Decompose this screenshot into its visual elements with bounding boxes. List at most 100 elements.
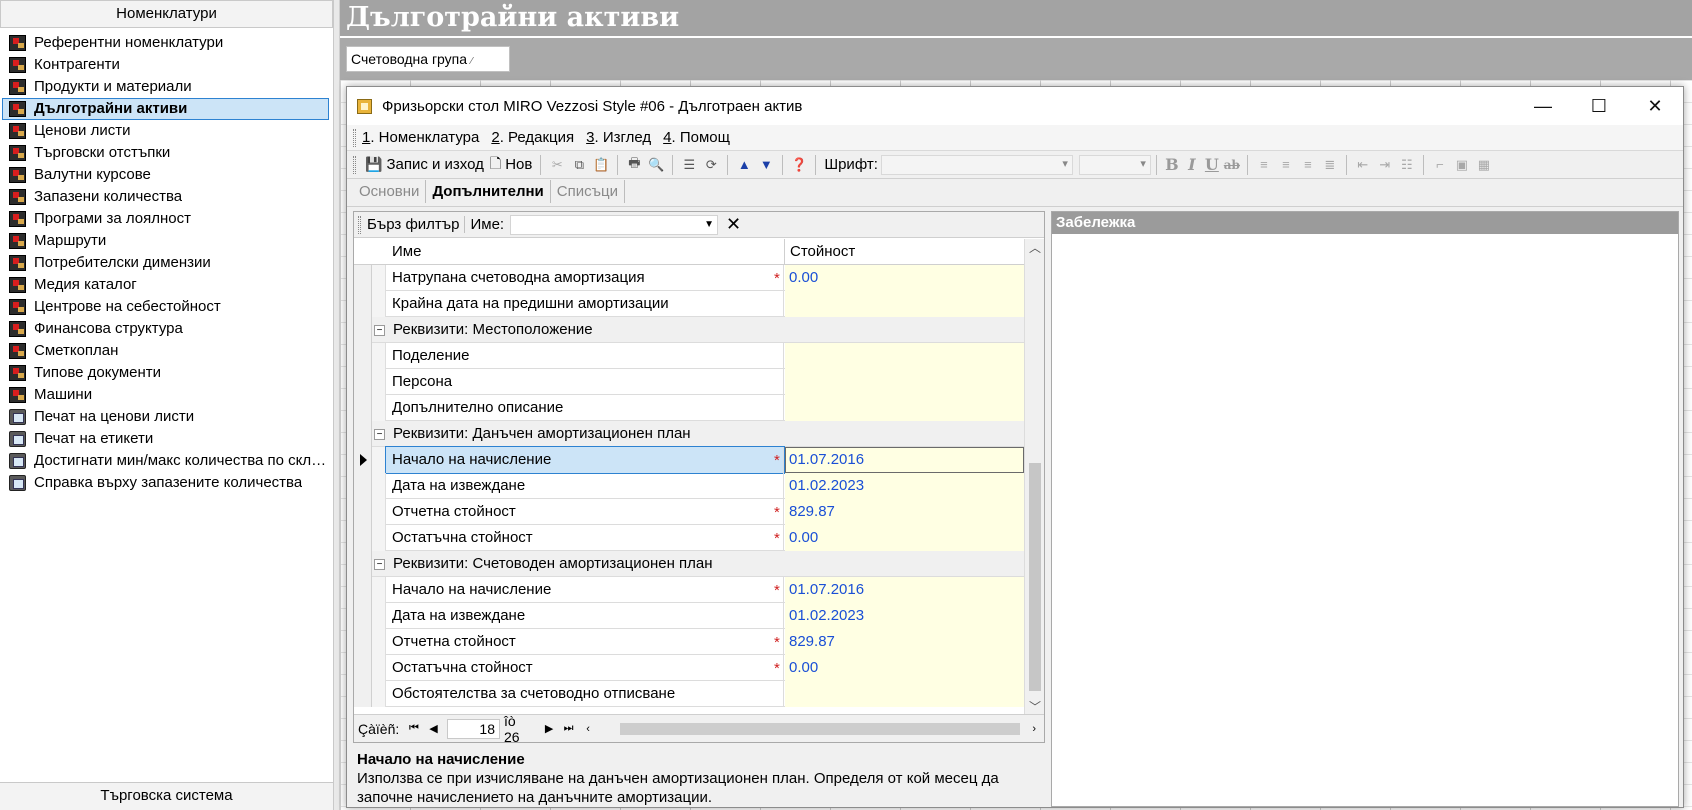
tab[interactable]: Основни: [353, 180, 427, 203]
remark-editor[interactable]: [1052, 234, 1678, 806]
filter-grip[interactable]: [358, 215, 361, 234]
property-value[interactable]: 01.07.2016: [785, 447, 1024, 473]
row-indicator[interactable]: [354, 499, 372, 525]
property-row[interactable]: Начало на начисление * 01.07.2016: [354, 446, 1024, 474]
next-record-icon[interactable]: ▶: [540, 720, 558, 738]
nav-item[interactable]: Дълготрайни активи: [2, 98, 329, 120]
first-record-icon[interactable]: ⏮: [405, 720, 423, 738]
save-close-button[interactable]: 💾 Запис и изход: [362, 154, 487, 176]
arrow-up-icon[interactable]: ▲: [735, 156, 753, 174]
collapse-icon[interactable]: −: [374, 558, 385, 570]
print-icon[interactable]: 🖶: [625, 155, 643, 174]
horizontal-scroll-thumb[interactable]: [619, 722, 1020, 735]
column-name-header[interactable]: Име: [392, 243, 421, 260]
row-indicator[interactable]: [354, 317, 372, 343]
property-value[interactable]: 0.00: [785, 265, 1024, 291]
align-justify-icon[interactable]: ≣: [1321, 156, 1339, 174]
scroll-up-icon[interactable]: ︿: [1025, 239, 1045, 256]
group-by-chip[interactable]: Счетоводна група ⁄: [346, 46, 510, 72]
property-row[interactable]: Натрупана счетоводна амортизация * 0.00: [354, 265, 1024, 291]
current-row-indicator[interactable]: [354, 447, 372, 473]
quick-filter-button[interactable]: Бърз филтър: [363, 216, 465, 233]
collapse-icon[interactable]: −: [374, 324, 385, 336]
row-indicator[interactable]: [354, 473, 372, 499]
maximize-icon[interactable]: ☐: [1571, 87, 1627, 125]
font-size-select[interactable]: [1078, 154, 1151, 175]
menu-item[interactable]: 1. Номенклатура: [362, 129, 479, 146]
name-filter-input[interactable]: [510, 214, 719, 235]
property-value[interactable]: 829.87: [785, 629, 1024, 655]
row-indicator[interactable]: [354, 577, 372, 603]
toolbar-grip[interactable]: [353, 155, 356, 174]
property-row[interactable]: Крайна дата на предишни амортизации: [354, 291, 1024, 317]
property-value[interactable]: [785, 291, 1024, 317]
align-center-icon[interactable]: ≡: [1277, 156, 1295, 174]
group-row[interactable]: − Реквизити: Данъчен амортизационен план: [354, 421, 1024, 447]
row-indicator[interactable]: [354, 525, 372, 551]
underline-icon[interactable]: U: [1202, 155, 1222, 174]
list-icon[interactable]: ☰: [680, 156, 698, 174]
nav-panel-header[interactable]: Номенклатури: [0, 0, 333, 28]
help-icon[interactable]: ❓: [790, 156, 808, 174]
scroll-right-icon[interactable]: ›: [1025, 720, 1043, 738]
property-row[interactable]: Дата на извеждане 01.02.2023: [354, 473, 1024, 499]
record-number[interactable]: 18: [447, 718, 500, 739]
nav-item[interactable]: Търговски отстъпки: [2, 142, 329, 164]
bullets-icon[interactable]: ☷: [1398, 156, 1416, 174]
outdent-icon[interactable]: ⇤: [1354, 156, 1372, 174]
row-indicator[interactable]: [354, 369, 372, 395]
tab[interactable]: Допълнителни: [426, 180, 551, 203]
indent-icon[interactable]: ⇥: [1376, 156, 1394, 174]
refresh-icon[interactable]: ⟳: [702, 156, 720, 174]
nav-item[interactable]: Запазени количества: [2, 186, 329, 208]
group-row[interactable]: − Реквизити: Счетоводен амортизационен пл…: [354, 551, 1024, 577]
nav-item[interactable]: Продукти и материали: [2, 76, 329, 98]
property-value[interactable]: 0.00: [785, 655, 1024, 681]
scroll-left-icon[interactable]: ‹: [579, 720, 597, 738]
nav-item[interactable]: Медия каталог: [2, 274, 329, 296]
row-indicator[interactable]: [354, 291, 372, 317]
arrow-down-icon[interactable]: ▼: [757, 156, 775, 174]
row-indicator[interactable]: [354, 629, 372, 655]
scroll-down-icon[interactable]: ﹀: [1025, 698, 1045, 715]
horizontal-scrollbar[interactable]: [605, 720, 1025, 737]
property-value[interactable]: 01.02.2023: [785, 603, 1024, 629]
row-indicator[interactable]: [354, 421, 372, 447]
insert-image-icon[interactable]: ▣: [1453, 156, 1471, 174]
close-icon[interactable]: ✕: [1627, 87, 1683, 125]
nav-item[interactable]: Печат на етикети: [2, 428, 329, 450]
row-indicator[interactable]: [354, 265, 372, 291]
group-row[interactable]: − Реквизити: Местоположение: [354, 317, 1024, 343]
nav-item[interactable]: Маршрути: [2, 230, 329, 252]
nav-item[interactable]: Валутни курсове: [2, 164, 329, 186]
row-indicator[interactable]: [354, 551, 372, 577]
property-row[interactable]: Дата на извеждане 01.02.2023: [354, 603, 1024, 629]
menu-item[interactable]: 2. Редакция: [491, 129, 574, 146]
row-indicator[interactable]: [354, 343, 372, 369]
property-value[interactable]: 0.00: [785, 525, 1024, 551]
property-value[interactable]: [785, 681, 1024, 707]
nav-item[interactable]: Програми за лоялност: [2, 208, 329, 230]
paragraph-icon[interactable]: ⌐: [1431, 156, 1449, 174]
nav-item[interactable]: Центрове на себестойност: [2, 296, 329, 318]
property-value[interactable]: [785, 395, 1024, 421]
property-row[interactable]: Отчетна стойност * 829.87: [354, 629, 1024, 655]
nav-item[interactable]: Финансова структура: [2, 318, 329, 340]
nav-item[interactable]: Сметкоплан: [2, 340, 329, 362]
nav-item[interactable]: Справка върху запазените количества: [2, 472, 329, 494]
copy-icon[interactable]: ⧉: [570, 156, 588, 174]
cut-icon[interactable]: ✂: [548, 156, 566, 174]
nav-item[interactable]: Референтни номенклатури: [2, 32, 329, 54]
last-record-icon[interactable]: ⏭: [560, 720, 578, 738]
collapse-icon[interactable]: −: [374, 428, 385, 440]
font-family-select[interactable]: [880, 154, 1073, 175]
property-value[interactable]: 01.07.2016: [785, 577, 1024, 603]
property-row[interactable]: Допълнително описание: [354, 395, 1024, 421]
property-value[interactable]: 829.87: [785, 499, 1024, 525]
align-right-icon[interactable]: ≡: [1299, 156, 1317, 174]
tab[interactable]: Списъци: [551, 180, 625, 203]
strikethrough-icon[interactable]: ab: [1222, 158, 1242, 172]
vertical-scrollbar[interactable]: ︿ ﹀: [1024, 239, 1044, 715]
nav-item[interactable]: Потребителски димензии: [2, 252, 329, 274]
nav-item[interactable]: Печат на ценови листи: [2, 406, 329, 428]
